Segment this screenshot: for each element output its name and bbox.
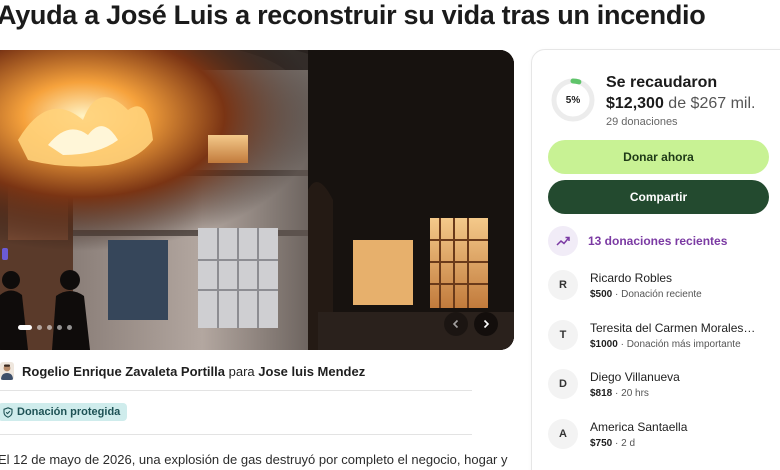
fire-building-photo <box>0 50 514 350</box>
fundraiser-page: Ayuda a José Luis a reconstruir su vida … <box>0 0 780 470</box>
donor-name: Diego Villanueva <box>590 369 680 384</box>
donor-meta: $818 · 20 hrs <box>590 388 680 399</box>
donation-count: 29 donaciones <box>606 116 678 128</box>
carousel-prev-button[interactable] <box>444 312 468 336</box>
donor-note: · 2 d <box>615 437 636 449</box>
carousel-dot[interactable] <box>47 325 52 330</box>
divider <box>0 390 472 391</box>
donor-amount: $500 <box>590 288 613 300</box>
story-text: El 12 de mayo de 2026, una explosión de … <box>0 452 508 467</box>
beneficiary-name[interactable]: Jose luis Mendez <box>258 364 365 379</box>
donor-avatar: A <box>548 419 578 449</box>
divider <box>0 434 472 435</box>
hero-photo-carousel[interactable] <box>0 50 514 350</box>
recent-donations-label: 13 donaciones recientes <box>588 234 728 248</box>
shield-icon <box>3 406 13 418</box>
donor-note: · 20 hrs <box>615 387 649 399</box>
organizer-avatar[interactable] <box>0 362 14 380</box>
carousel-dot[interactable] <box>57 325 62 330</box>
carousel-next-button[interactable] <box>474 312 498 336</box>
page-title: Ayuda a José Luis a reconstruir su vida … <box>0 0 706 30</box>
trending-up-icon-glyph <box>556 236 570 246</box>
donor-amount: $1000 <box>590 338 618 350</box>
chevron-right-icon <box>483 319 490 329</box>
person-icon <box>1 364 13 380</box>
organizer-connector: para <box>228 363 255 379</box>
chevron-left-icon <box>452 319 459 329</box>
donor-meta: $1000 · Donación más importante <box>590 339 755 350</box>
carousel-dots <box>18 325 72 330</box>
donor-meta: $500 · Donación reciente <box>590 289 702 300</box>
organizer-text: Rogelio Enrique Zavaleta Portilla para J… <box>22 364 365 379</box>
goal-text: de $267 mil. <box>668 95 756 112</box>
donation-card: 5% Se recaudaron $12,300 de $267 mil. 29… <box>531 49 780 470</box>
donor-avatar: T <box>548 320 578 350</box>
raised-line: $12,300 de $267 mil. <box>606 95 755 113</box>
donor-meta: $750 · 2 d <box>590 438 687 449</box>
share-button[interactable]: Compartir <box>548 180 769 214</box>
donor-name: America Santaella <box>590 419 688 434</box>
donor-note: · Donación más importante <box>620 338 741 350</box>
donate-now-button[interactable]: Donar ahora <box>548 140 769 174</box>
recent-donations-link[interactable]: 13 donaciones recientes <box>548 226 727 256</box>
donor-name: Ricardo Robles <box>590 270 673 285</box>
organizer-name[interactable]: Rogelio Enrique Zavaleta Portilla <box>22 364 225 379</box>
raised-label: Se recaudaron <box>606 74 718 91</box>
donor-avatar: D <box>548 369 578 399</box>
protected-donation-label: Donación protegida <box>17 406 121 418</box>
carousel-dot[interactable] <box>18 325 32 330</box>
trending-up-icon <box>548 226 578 256</box>
donor-name: Teresita del Carmen Morales… <box>590 320 756 335</box>
carousel-dot[interactable] <box>37 325 42 330</box>
donor-item: T Teresita del Carmen Morales… $1000 · D… <box>548 320 755 350</box>
progress-percent: 5% <box>565 94 581 106</box>
donor-item: A America Santaella $750 · 2 d <box>548 419 687 449</box>
donor-amount: $818 <box>590 387 613 399</box>
organizer-line: Rogelio Enrique Zavaleta Portilla para J… <box>0 362 365 380</box>
carousel-dot[interactable] <box>67 325 72 330</box>
donor-amount: $750 <box>590 437 613 449</box>
protected-donation-badge[interactable]: Donación protegida <box>0 403 128 421</box>
donor-item: D Diego Villanueva $818 · 20 hrs <box>548 369 680 399</box>
raised-amount: $12,300 <box>606 95 664 112</box>
donor-item: R Ricardo Robles $500 · Donación recient… <box>548 270 702 300</box>
donor-note: · Donación reciente <box>615 288 702 300</box>
donor-avatar: R <box>548 270 578 300</box>
